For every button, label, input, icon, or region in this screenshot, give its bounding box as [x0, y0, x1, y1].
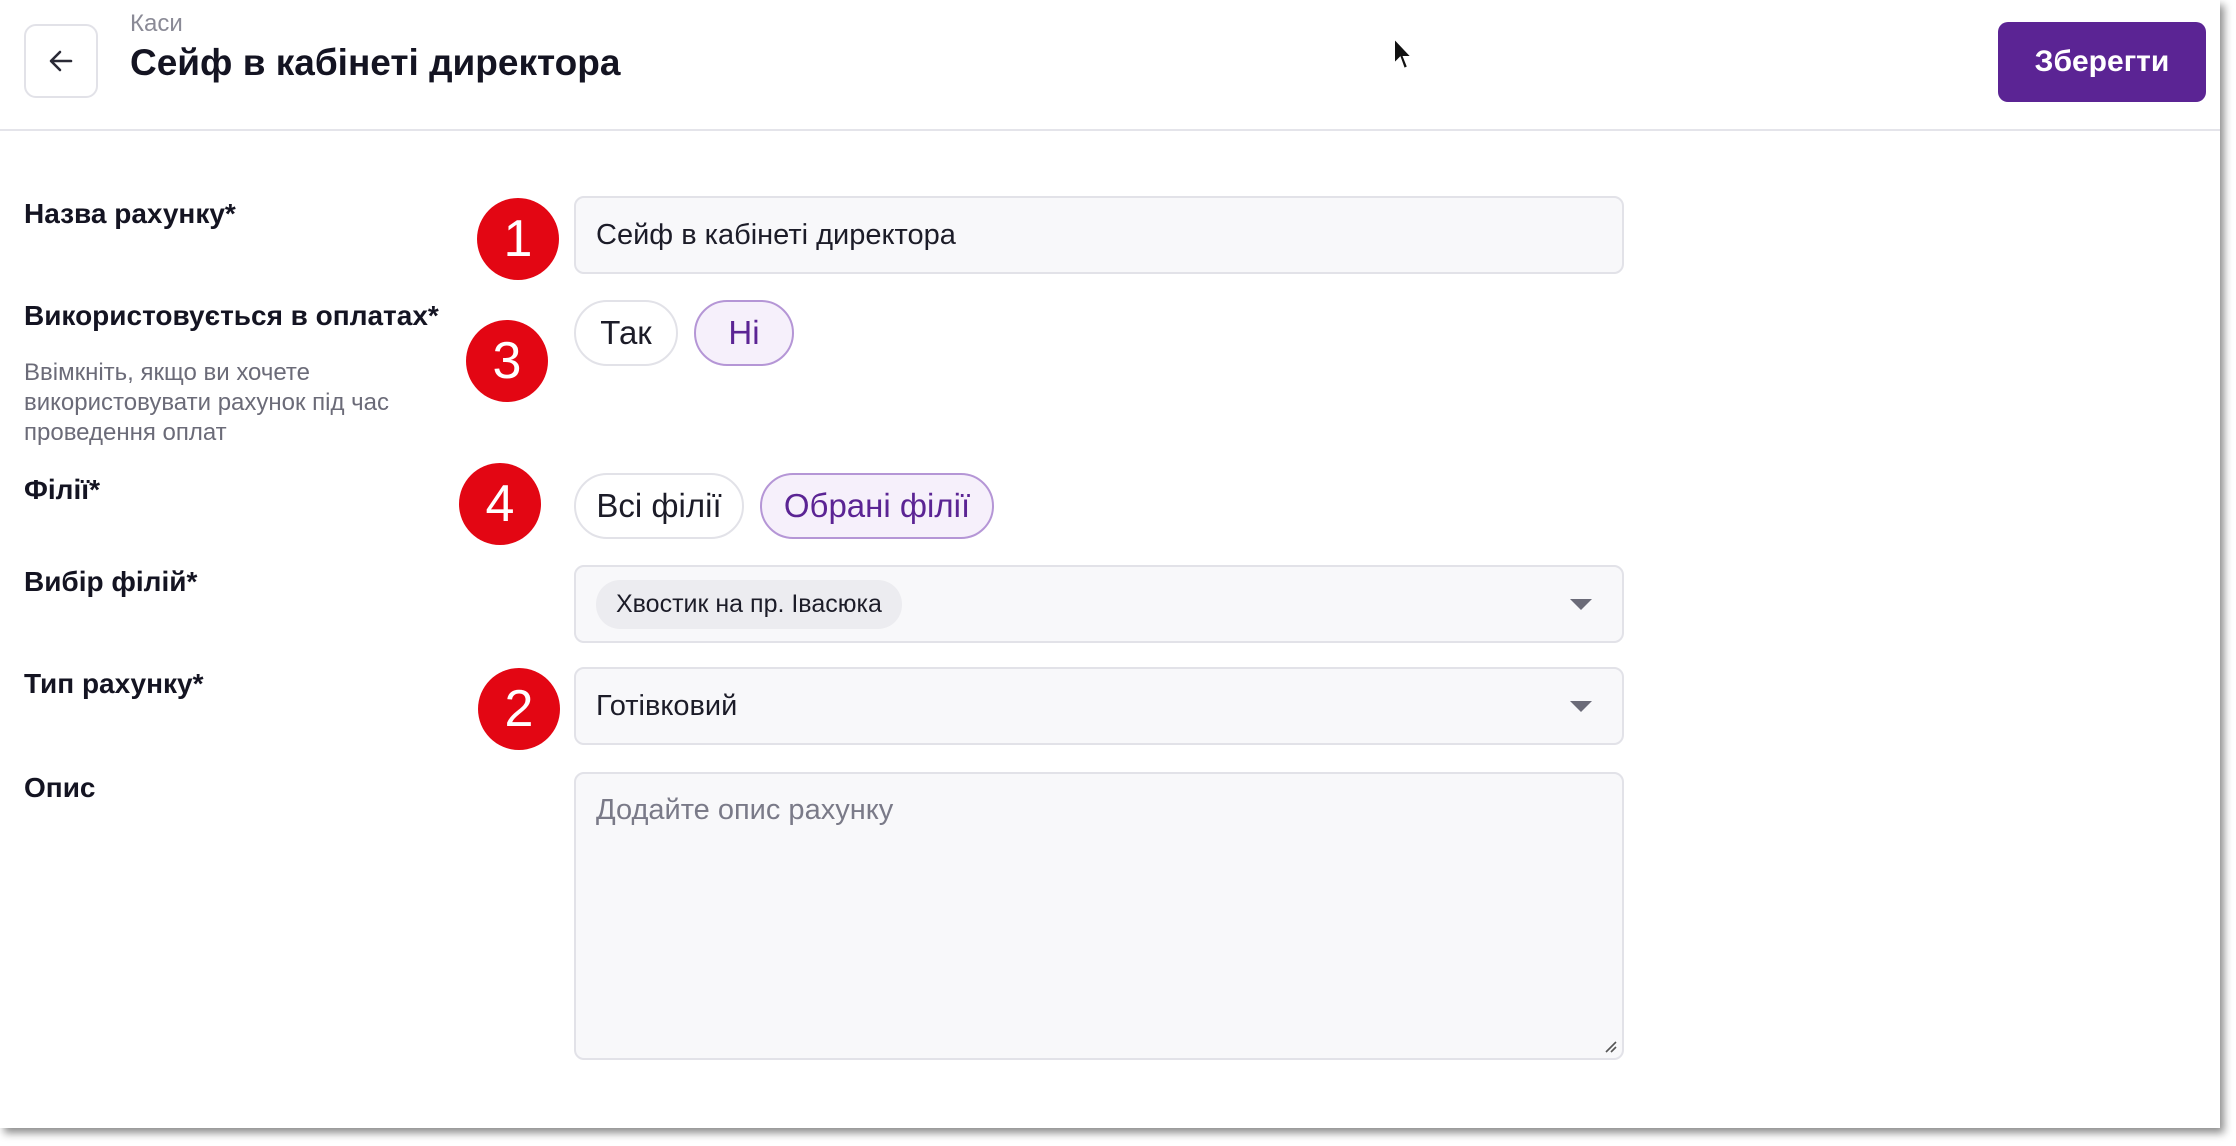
annotation-marker-1: 1	[477, 198, 559, 280]
arrow-left-icon	[49, 50, 73, 72]
branches-option-all[interactable]: Всі філії	[574, 473, 744, 539]
account-name-input[interactable]: Сейф в кабінеті директора	[574, 196, 1624, 274]
breadcrumb[interactable]: Каси	[130, 10, 183, 38]
used-in-payments-hint: Ввімкніть, якщо ви хочете використовуват…	[24, 359, 390, 446]
chevron-down-icon[interactable]	[1570, 599, 1592, 610]
branch-tag[interactable]: Хвостик на пр. Івасюка	[596, 579, 902, 629]
app-window: Каси Сейф в кабінеті директора Зберегти …	[0, 0, 2220, 1128]
save-button[interactable]: Зберегти	[1998, 22, 2206, 102]
back-button[interactable]	[24, 24, 98, 98]
page-title: Сейф в кабінеті директора	[130, 42, 621, 83]
branch-select-label: Вибір філій*	[24, 566, 198, 597]
description-textarea[interactable]: Додайте опис рахунку	[574, 772, 1624, 1060]
account-type-label: Тип рахунку*	[24, 668, 204, 699]
annotation-marker-3: 3	[466, 320, 548, 402]
annotation-marker-4: 4	[459, 463, 541, 545]
branches-label: Філії*	[24, 474, 101, 505]
description-placeholder: Додайте опис рахунку	[596, 794, 894, 826]
page-header: Каси Сейф в кабінеті директора Зберегти	[0, 0, 2220, 131]
branch-select[interactable]: Хвостик на пр. Івасюка	[574, 565, 1624, 643]
annotation-marker-2: 2	[478, 668, 560, 750]
account-name-label: Назва рахунку*	[24, 198, 236, 229]
account-type-select[interactable]: Готівковий	[574, 667, 1624, 745]
branches-option-selected[interactable]: Обрані філії	[760, 473, 994, 539]
mouse-cursor-icon	[1393, 36, 1415, 71]
account-name-value: Сейф в кабінеті директора	[596, 218, 956, 251]
resize-grip-icon[interactable]	[1602, 1038, 1618, 1054]
chevron-down-icon[interactable]	[1570, 701, 1592, 712]
payments-option-no[interactable]: Ні	[694, 300, 794, 366]
payments-option-yes[interactable]: Так	[574, 300, 678, 366]
account-type-value: Готівковий	[596, 689, 738, 722]
used-in-payments-label: Використовується в оплатах*	[24, 300, 439, 331]
description-label: Опис	[24, 772, 96, 803]
